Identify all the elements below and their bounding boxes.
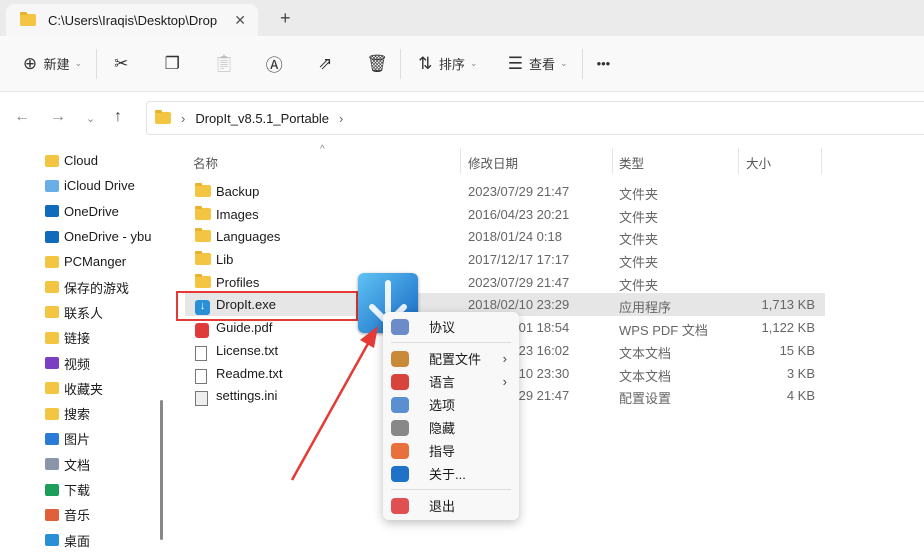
annotation-arrow xyxy=(290,326,378,481)
